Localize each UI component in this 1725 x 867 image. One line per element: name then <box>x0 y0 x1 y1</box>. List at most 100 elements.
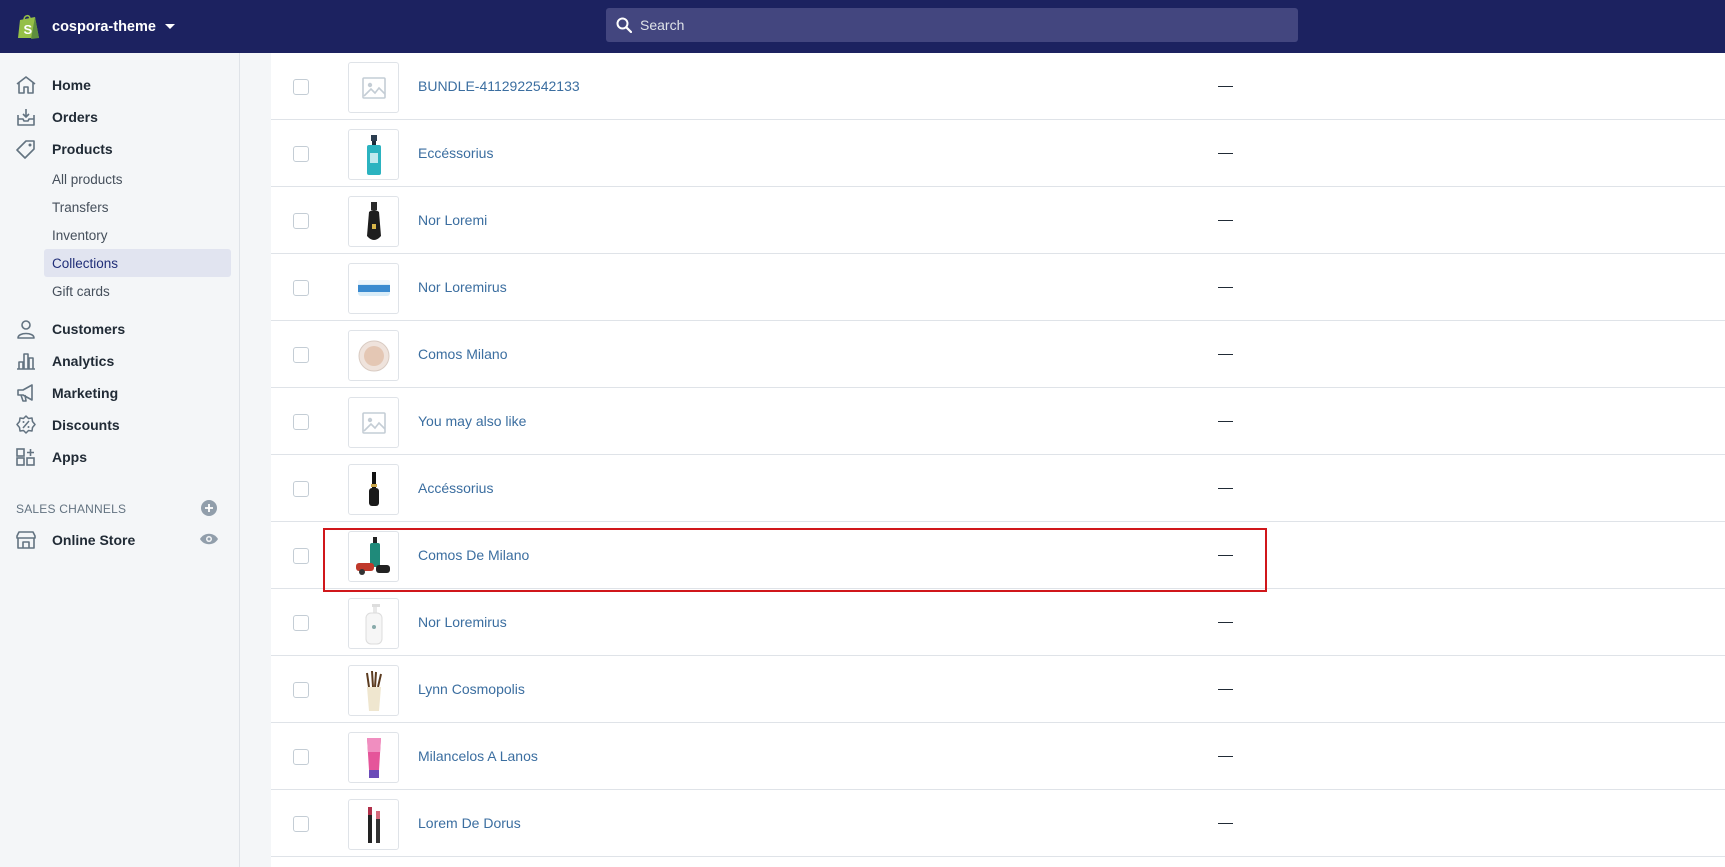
row-checkbox[interactable] <box>293 414 309 430</box>
sidebar-item-discounts[interactable]: Discounts <box>0 410 240 440</box>
add-circle-icon[interactable] <box>200 499 218 517</box>
collection-conditions <box>1218 421 1233 422</box>
row-checkbox[interactable] <box>293 146 309 162</box>
table-row[interactable]: You may also like <box>271 388 1725 455</box>
collection-thumbnail <box>348 196 399 247</box>
shopify-logo-icon: S <box>18 14 39 39</box>
collection-thumbnail <box>348 799 399 850</box>
row-checkbox[interactable] <box>293 615 309 631</box>
sidebar: Home Orders Products All products Transf… <box>0 53 240 867</box>
collection-thumbnail <box>348 531 399 582</box>
collection-title-link[interactable]: Nor Loremirus <box>418 614 507 630</box>
sidebar-subitem-all-products[interactable]: All products <box>44 165 231 193</box>
sidebar-subitem-collections[interactable]: Collections <box>44 249 231 277</box>
store-name[interactable]: cospora-theme <box>52 19 156 35</box>
collection-conditions <box>1218 354 1233 355</box>
store-switcher[interactable]: S cospora-theme <box>16 13 175 41</box>
row-checkbox[interactable] <box>293 548 309 564</box>
row-checkbox[interactable] <box>293 347 309 363</box>
collection-conditions <box>1218 153 1233 154</box>
sidebar-subitem-transfers[interactable]: Transfers <box>44 193 231 221</box>
collection-title-link[interactable]: Accéssorius <box>418 480 493 496</box>
sidebar-subitem-gift-cards[interactable]: Gift cards <box>44 277 231 305</box>
sidebar-item-products[interactable]: Products <box>0 134 240 164</box>
megaphone-icon <box>17 384 33 402</box>
sidebar-item-label: Discounts <box>52 417 120 433</box>
table-row[interactable]: Nor Loremirus <box>271 254 1725 321</box>
row-checkbox[interactable] <box>293 213 309 229</box>
collection-title-link[interactable]: Eccéssorius <box>418 145 493 161</box>
table-row[interactable]: Comos Milano <box>271 321 1725 388</box>
store-icon <box>16 531 36 549</box>
sidebar-item-label: Apps <box>52 449 87 465</box>
collection-conditions <box>1218 689 1233 690</box>
sidebar-item-label: Online Store <box>52 532 136 548</box>
table-row[interactable]: Lynn Cosmopolis <box>271 656 1725 723</box>
table-row[interactable]: Nor Loremirus <box>271 589 1725 656</box>
teal-pump-bottle-image <box>366 134 381 175</box>
table-row[interactable]: BUNDLE-4112922542133 <box>271 53 1725 120</box>
collection-title-link[interactable]: Milancelos A Lanos <box>418 748 538 764</box>
collection-conditions <box>1218 488 1233 489</box>
search-input[interactable] <box>640 17 1280 33</box>
collection-conditions <box>1218 756 1233 757</box>
sidebar-item-label: Products <box>52 141 113 157</box>
sidebar-item-label: Analytics <box>52 353 115 369</box>
collection-thumbnail <box>348 732 399 783</box>
row-checkbox[interactable] <box>293 682 309 698</box>
collection-title-link[interactable]: You may also like <box>418 413 526 429</box>
collection-conditions <box>1218 622 1233 623</box>
powder-compact-image <box>358 340 389 371</box>
sidebar-item-marketing[interactable]: Marketing <box>0 378 240 408</box>
collection-conditions <box>1218 555 1233 556</box>
row-checkbox[interactable] <box>293 749 309 765</box>
sidebar-subitem-label: All products <box>52 171 123 187</box>
collection-title-link[interactable]: Lorem De Dorus <box>418 815 521 831</box>
table-row[interactable]: Comos De Milano <box>271 522 1725 589</box>
sidebar-subitem-label: Inventory <box>52 227 108 243</box>
collection-title-link[interactable]: Comos De Milano <box>418 547 529 563</box>
collection-title-link[interactable]: Comos Milano <box>418 346 507 362</box>
sidebar-subitem-label: Collections <box>52 255 119 271</box>
sidebar-item-label: Orders <box>52 109 98 125</box>
eye-icon[interactable] <box>199 532 219 546</box>
table-row[interactable]: Nor Loremi <box>271 187 1725 254</box>
placeholder-image-icon <box>361 76 386 99</box>
black-perfume-bottle-image <box>366 201 381 240</box>
row-checkbox[interactable] <box>293 79 309 95</box>
sidebar-item-home[interactable]: Home <box>0 70 240 100</box>
sidebar-item-analytics[interactable]: Analytics <box>0 346 240 376</box>
sidebar-subitem-inventory[interactable]: Inventory <box>44 221 231 249</box>
collection-title-link[interactable]: Nor Loremirus <box>418 279 507 295</box>
sidebar-item-orders[interactable]: Orders <box>0 102 240 132</box>
table-row[interactable]: Milancelos A Lanos <box>271 723 1725 790</box>
row-checkbox[interactable] <box>293 481 309 497</box>
collection-title-link[interactable]: BUNDLE-4112922542133 <box>418 78 580 94</box>
chevron-down-icon[interactable] <box>164 24 175 29</box>
apps-icon <box>16 448 35 466</box>
sidebar-item-label: Customers <box>52 321 126 337</box>
collection-title-link[interactable]: Nor Loremi <box>418 212 487 228</box>
home-icon <box>16 76 36 94</box>
sidebar-item-label: Home <box>52 77 91 93</box>
sidebar-subitem-label: Transfers <box>52 199 109 215</box>
row-checkbox[interactable] <box>293 280 309 296</box>
row-checkbox[interactable] <box>293 816 309 832</box>
collection-title-link[interactable]: Lynn Cosmopolis <box>418 681 525 697</box>
collection-conditions <box>1218 287 1233 288</box>
black-nail-polish-image <box>368 471 379 506</box>
sidebar-subitem-label: Gift cards <box>52 283 110 299</box>
collection-thumbnail <box>348 464 399 515</box>
table-row[interactable]: Accéssorius <box>271 455 1725 522</box>
table-row[interactable]: Eccéssorius <box>271 120 1725 187</box>
collection-thumbnail <box>348 129 399 180</box>
table-row[interactable]: Lorem De Dorus <box>271 790 1725 857</box>
sidebar-item-apps[interactable]: Apps <box>0 442 240 472</box>
collection-thumbnail <box>348 62 399 113</box>
teal-bottle-set-image <box>355 536 390 575</box>
top-bar: S cospora-theme <box>0 0 1725 53</box>
sidebar-item-customers[interactable]: Customers <box>0 314 240 344</box>
search-bar[interactable] <box>606 8 1298 42</box>
customer-icon <box>17 320 35 339</box>
collection-thumbnail <box>348 397 399 448</box>
